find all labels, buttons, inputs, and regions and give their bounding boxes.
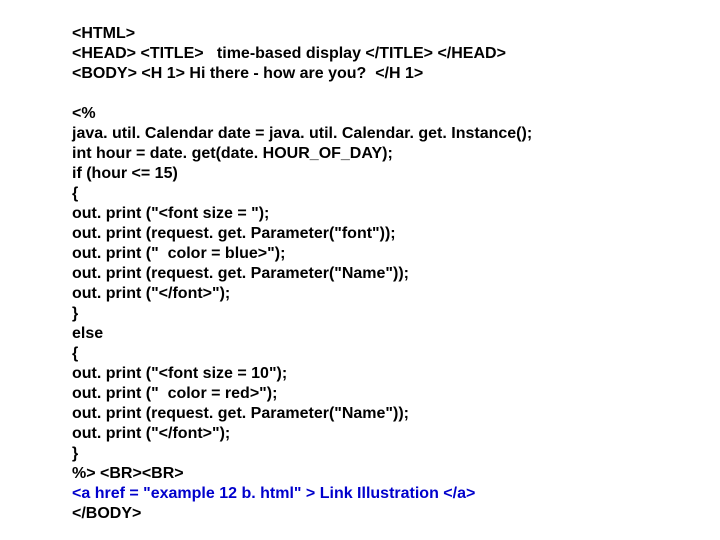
code-line: } [72, 444, 672, 464]
code-container: <HTML><HEAD> <TITLE> time-based display … [0, 0, 672, 524]
code-line: <% [72, 104, 672, 124]
code-line: else [72, 324, 672, 344]
code-line: out. print ("</font>"); [72, 284, 672, 304]
code-line: <HEAD> <TITLE> time-based display </TITL… [72, 44, 672, 64]
code-line: <HTML> [72, 24, 672, 44]
code-line [72, 84, 672, 104]
code-line: %> <BR><BR> [72, 464, 672, 484]
code-line: int hour = date. get(date. HOUR_OF_DAY); [72, 144, 672, 164]
code-line: { [72, 344, 672, 364]
code-line: out. print (request. get. Parameter("Nam… [72, 264, 672, 284]
code-line: <BODY> <H 1> Hi there - how are you? </H… [72, 64, 672, 84]
code-line: out. print (request. get. Parameter("Nam… [72, 404, 672, 424]
code-line: java. util. Calendar date = java. util. … [72, 124, 672, 144]
code-line: } [72, 304, 672, 324]
code-line: <a href = "example 12 b. html" > Link Il… [72, 484, 672, 504]
code-line: out. print ("<font size = "); [72, 204, 672, 224]
code-line: out. print (" color = red>"); [72, 384, 672, 404]
code-line: </BODY> [72, 504, 672, 524]
code-line: out. print ("<font size = 10"); [72, 364, 672, 384]
code-line: out. print (" color = blue>"); [72, 244, 672, 264]
code-line: if (hour <= 15) [72, 164, 672, 184]
code-line: out. print ("</font>"); [72, 424, 672, 444]
code-line: { [72, 184, 672, 204]
code-line: out. print (request. get. Parameter("fon… [72, 224, 672, 244]
